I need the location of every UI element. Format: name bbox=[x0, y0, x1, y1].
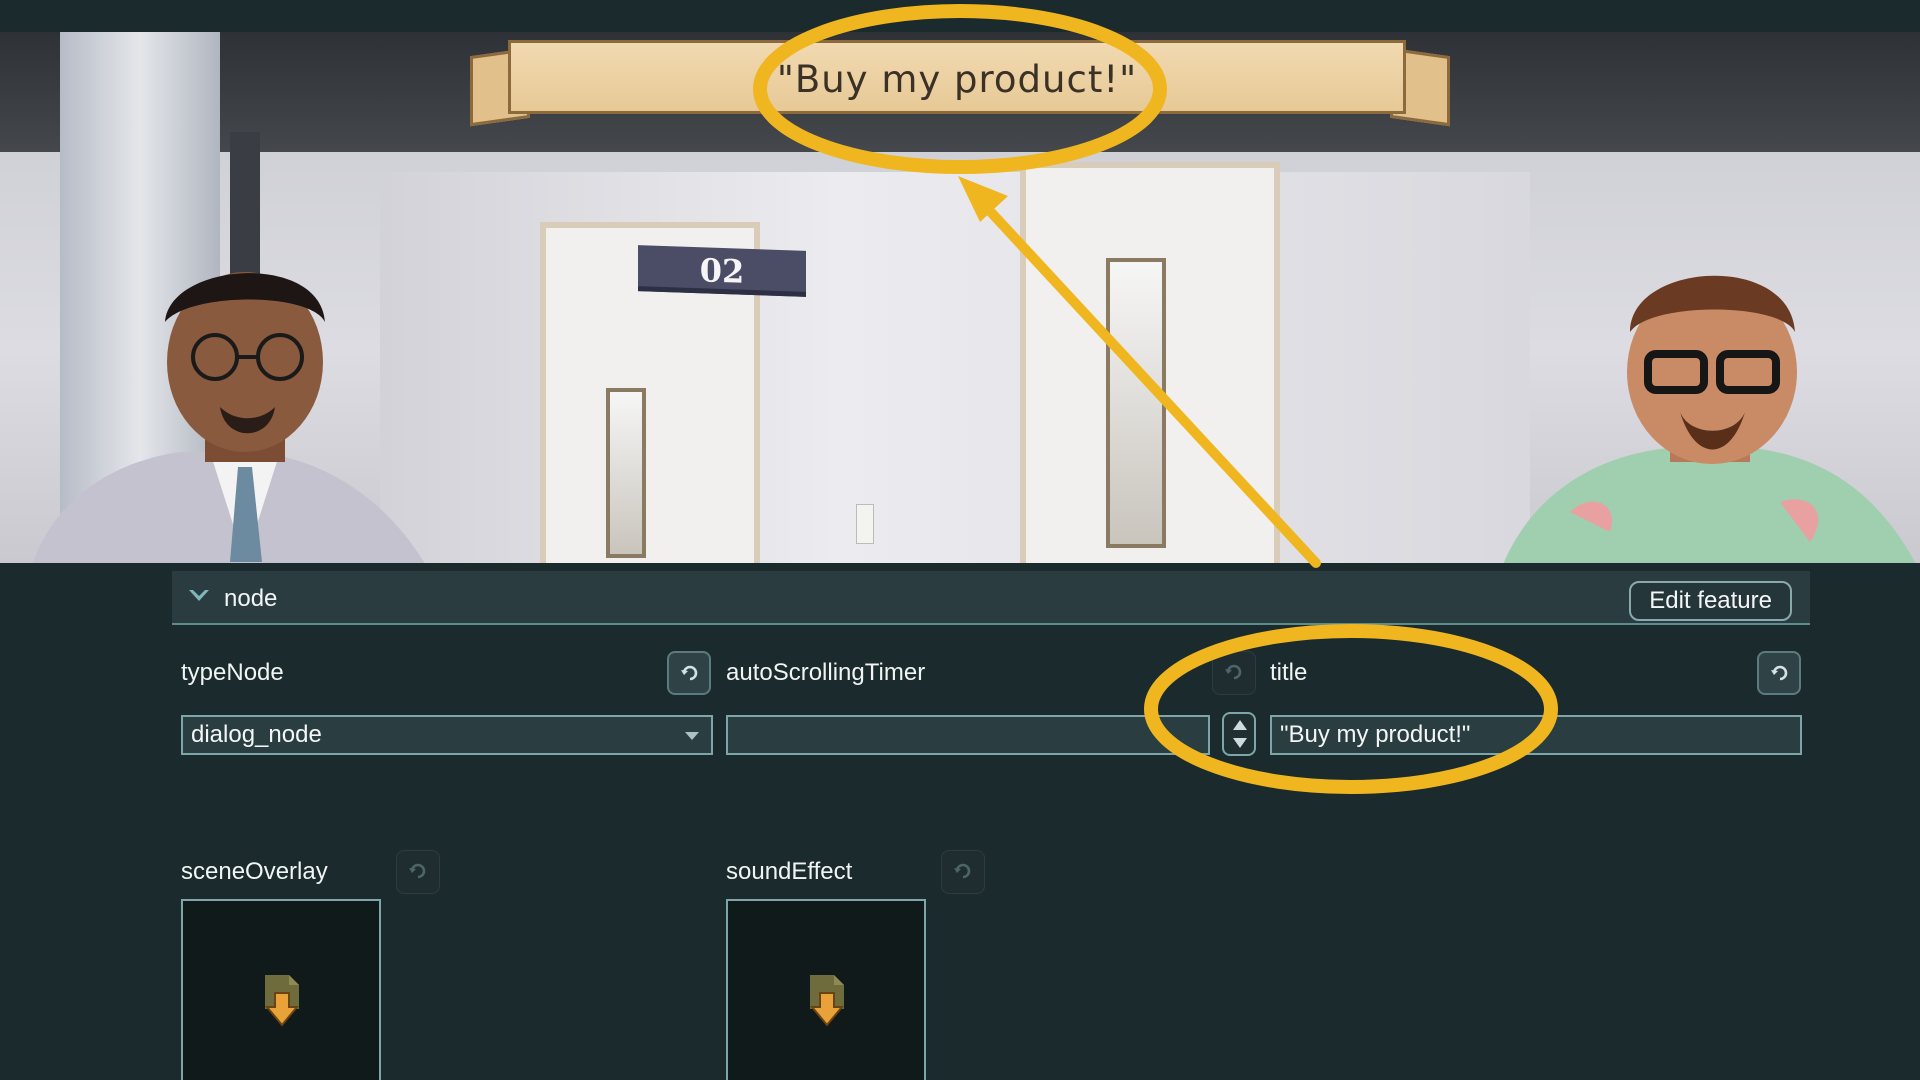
section-title: node bbox=[224, 585, 278, 612]
undo-icon bbox=[954, 863, 971, 879]
chevron-down-icon[interactable] bbox=[186, 583, 212, 609]
door-right bbox=[1020, 162, 1280, 563]
title-input[interactable]: "Buy my product!" bbox=[1270, 715, 1802, 755]
dropdown-arrow-icon bbox=[685, 732, 699, 740]
autoscrollingtimer-reset-button[interactable] bbox=[1212, 651, 1256, 695]
stepper-down-icon[interactable] bbox=[1233, 738, 1247, 748]
sceneoverlay-drop-zone[interactable] bbox=[181, 899, 381, 1080]
file-download-icon bbox=[264, 975, 300, 1027]
light-switch bbox=[856, 504, 874, 544]
room-number-plaque: 02 bbox=[638, 245, 806, 297]
sceneoverlay-label: sceneOverlay bbox=[181, 858, 328, 885]
file-download-icon bbox=[809, 975, 845, 1027]
undo-icon bbox=[1771, 665, 1788, 681]
typenode-value: dialog_node bbox=[191, 721, 322, 748]
edit-feature-button[interactable]: Edit feature bbox=[1629, 581, 1792, 621]
node-section-header[interactable]: node Edit feature bbox=[172, 571, 1810, 625]
undo-icon bbox=[409, 863, 426, 879]
title-reset-button[interactable] bbox=[1757, 651, 1801, 695]
title-value: "Buy my product!" bbox=[1280, 721, 1471, 748]
autoscrollingtimer-input[interactable] bbox=[726, 715, 1210, 755]
title-label: title bbox=[1270, 659, 1308, 686]
autoscrollingtimer-stepper[interactable] bbox=[1222, 712, 1256, 756]
typenode-label: typeNode bbox=[181, 659, 284, 686]
typenode-reset-button[interactable] bbox=[667, 651, 711, 695]
soundeffect-drop-zone[interactable] bbox=[726, 899, 926, 1080]
dialog-banner: "Buy my product!" bbox=[508, 40, 1406, 114]
undo-icon bbox=[1225, 664, 1242, 680]
soundeffect-label: soundEffect bbox=[726, 858, 853, 885]
stepper-up-icon[interactable] bbox=[1233, 720, 1247, 730]
node-editor-panel: node Edit feature typeNode dialog_node a… bbox=[0, 563, 1920, 1080]
autoscrollingtimer-label: autoScrollingTimer bbox=[726, 659, 926, 686]
undo-icon bbox=[681, 665, 698, 681]
character-left bbox=[32, 272, 425, 563]
sceneoverlay-reset-button[interactable] bbox=[396, 850, 440, 894]
typenode-select[interactable]: dialog_node bbox=[181, 715, 713, 755]
soundeffect-reset-button[interactable] bbox=[941, 850, 985, 894]
character-right bbox=[1503, 275, 1916, 563]
game-preview: 02 "Buy my product!" bbox=[0, 32, 1920, 563]
dialog-banner-text: "Buy my product!" bbox=[776, 58, 1138, 101]
